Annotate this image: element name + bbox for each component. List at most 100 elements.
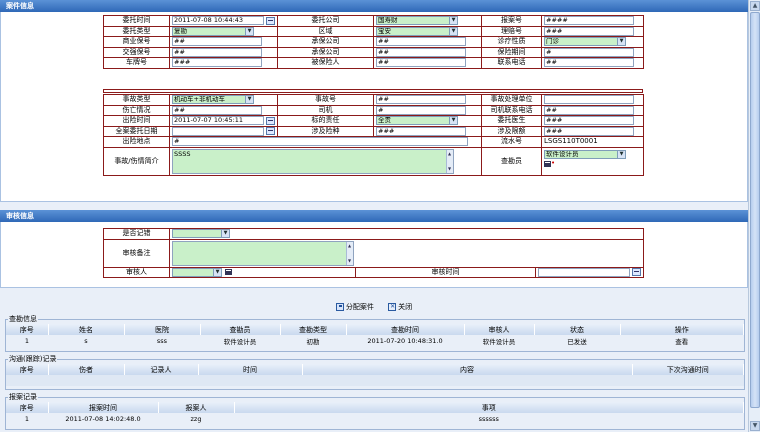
col-header: 时间 <box>198 364 303 375</box>
page: 案件信息 委托时间 2011-07-08 10:44:43 委托公司 国寿财 ▼ … <box>0 0 748 432</box>
driver-phone-input[interactable]: ## <box>544 105 634 115</box>
col-header: 记录人 <box>124 364 199 375</box>
col-header: 查勘类型 <box>280 324 347 335</box>
close-button[interactable]: 关闭 <box>385 302 415 313</box>
form-row: 事故类型 机动车+非机动车 ▼ 事故号 ## 事故处理单位 <box>103 94 644 106</box>
table-row: 1 s sss 软件设计员 初勘 2011-07-20 10:48:31.0 软… <box>6 335 744 346</box>
review-form: 是否记错 ▼ 审核备注 审核人 ▼ 审核时间 <box>103 228 644 278</box>
label-serial-no: 流水号 <box>481 136 542 148</box>
entrusted-doctor-input[interactable]: ### <box>544 116 634 125</box>
label-region: 区域 <box>277 25 374 37</box>
review-section-area: 是否记错 ▼ 审核备注 审核人 ▼ 审核时间 <box>0 222 748 288</box>
table-header-row: 序号 伤者 记录人 时间 内容 下次沟通时间 <box>6 364 744 375</box>
scroll-down-arrow-icon[interactable]: ▼ <box>750 421 760 431</box>
form-row: 全案委托日期 涉及险种 ### 涉及限额 ### <box>103 125 644 137</box>
region-select[interactable]: 宝安 ▼ <box>376 26 458 36</box>
cell-matter: ssssss <box>478 414 499 423</box>
commercial-policy-input[interactable]: ## <box>172 37 262 46</box>
required-mark: • <box>551 158 556 167</box>
cell-hospital: sss <box>156 336 168 345</box>
cell-index: 1 <box>24 414 30 423</box>
select-value: 门诊 <box>546 37 559 45</box>
entrust-type-select[interactable]: 复勘 ▼ <box>172 26 254 36</box>
liability-select[interactable]: 全责 ▼ <box>376 116 458 125</box>
case-section-header: 案件信息 <box>0 0 748 12</box>
form-row: 是否记错 ▼ <box>103 228 644 240</box>
assign-case-label: 分配案件 <box>345 303 374 311</box>
label-accident-type: 事故类型 <box>103 94 170 106</box>
label-entrust-type: 委托类型 <box>103 25 170 37</box>
textarea-scrollbar[interactable] <box>446 149 453 173</box>
form-row: 出险地点 # 流水号 LSGS110T0001 <box>103 136 644 148</box>
col-header: 下次沟通时间 <box>632 364 744 375</box>
chevron-down-icon: ▼ <box>245 27 253 35</box>
report-no-input[interactable]: #### <box>544 16 634 25</box>
review-section-header: 审核信息 <box>0 210 748 222</box>
person-picker-icon[interactable] <box>544 160 551 167</box>
claim-no-input[interactable]: ### <box>544 26 634 36</box>
calendar-icon[interactable] <box>266 116 275 125</box>
treatment-type-select[interactable]: 门诊 ▼ <box>544 37 626 46</box>
label-entrusted-doctor: 委托医生 <box>481 115 542 127</box>
chevron-down-icon: ▼ <box>221 230 229 237</box>
accident-summary-textarea[interactable]: SSSS <box>172 148 454 174</box>
insured-input[interactable]: ## <box>376 58 466 67</box>
close-label: 关闭 <box>398 303 413 311</box>
label-commercial-policy: 商业保号 <box>103 36 170 48</box>
select-value: 全责 <box>378 116 391 124</box>
reviewer-select[interactable]: ▼ <box>172 267 222 277</box>
survey-info-group: 查勘信息 序号 姓名 医院 查勘员 查勘类型 查勘时间 审核人 状态 操作 1 … <box>5 314 745 352</box>
communication-table: 序号 伤者 记录人 时间 内容 下次沟通时间 <box>6 364 744 386</box>
serial-no-value: LSGS110T0001 <box>541 136 644 148</box>
review-remark-textarea[interactable] <box>172 240 354 266</box>
person-picker-icon[interactable] <box>225 269 232 275</box>
full-entrust-date-input[interactable] <box>172 126 264 136</box>
view-link[interactable]: 查看 <box>620 335 744 346</box>
accident-time-input[interactable]: 2011-07-07 10:45:11 <box>172 116 264 125</box>
insurance-period-input[interactable]: # <box>544 47 634 57</box>
calendar-icon[interactable] <box>266 16 275 25</box>
compulsory-policy-input[interactable]: ## <box>172 47 262 57</box>
label-treatment-type: 诊疗性质 <box>481 36 542 48</box>
form-row: 委托时间 2011-07-08 10:44:43 委托公司 国寿财 ▼ 报案号 #… <box>103 15 644 27</box>
plate-no-input[interactable]: ### <box>172 58 262 67</box>
underwriter-input[interactable]: ## <box>376 37 466 46</box>
surveyor-select[interactable]: 软件设计员 ▼ <box>544 149 626 159</box>
label-underwriter: 承保公司 <box>277 36 374 48</box>
accident-type-select[interactable]: 机动车+非机动车 ▼ <box>172 95 254 104</box>
driver-input[interactable]: # <box>376 105 466 115</box>
calendar-icon[interactable] <box>632 268 641 276</box>
limit-input[interactable]: ### <box>544 126 634 136</box>
casualty-input[interactable]: ## <box>172 105 262 115</box>
entrust-time-input[interactable]: 2011-07-08 10:44:43 <box>172 16 264 25</box>
chevron-down-icon: ▼ <box>213 268 221 276</box>
handling-unit-input[interactable] <box>544 95 634 104</box>
contact-phone-input[interactable]: ## <box>544 58 634 67</box>
entrust-company-select[interactable]: 国寿财 ▼ <box>376 16 458 25</box>
page-scrollbar[interactable]: ▲ ▼ <box>748 0 760 432</box>
insurance-type-input[interactable]: ### <box>376 126 466 136</box>
label-report-no: 报案号 <box>481 15 542 27</box>
label-surveyor: 查勘员 <box>481 146 542 176</box>
col-header: 查勘时间 <box>346 324 465 335</box>
assign-case-button[interactable]: 分配案件 <box>333 302 377 313</box>
label-review-time: 审核时间 <box>355 266 536 278</box>
underwriter-2-input[interactable]: ## <box>376 47 466 57</box>
report-record-group: 报案记录 序号 报案时间 报案人 事项 1 2011-07-08 14:02:4… <box>5 392 745 430</box>
label-claim-no: 理赔号 <box>481 25 542 37</box>
scroll-thumb[interactable] <box>750 12 760 408</box>
label-reviewer: 审核人 <box>103 266 170 278</box>
textarea-scrollbar[interactable] <box>346 241 353 265</box>
col-header: 伤者 <box>48 364 125 375</box>
chevron-down-icon: ▼ <box>449 117 457 124</box>
review-time-input[interactable] <box>538 267 630 277</box>
select-value: 复勘 <box>174 26 187 35</box>
accident-location-input[interactable]: # <box>172 137 468 146</box>
form-row: 交强保号 ## 承保公司 ## 保险期间 # <box>103 46 644 58</box>
empty-row <box>6 375 744 386</box>
table-row: 1 2011-07-08 14:02:48.0 zzg ssssss <box>6 413 744 424</box>
accident-no-input[interactable]: ## <box>376 95 466 104</box>
is-recorded-select[interactable]: ▼ <box>172 229 230 238</box>
calendar-icon[interactable] <box>266 127 275 135</box>
scroll-up-arrow-icon[interactable]: ▲ <box>750 1 760 11</box>
